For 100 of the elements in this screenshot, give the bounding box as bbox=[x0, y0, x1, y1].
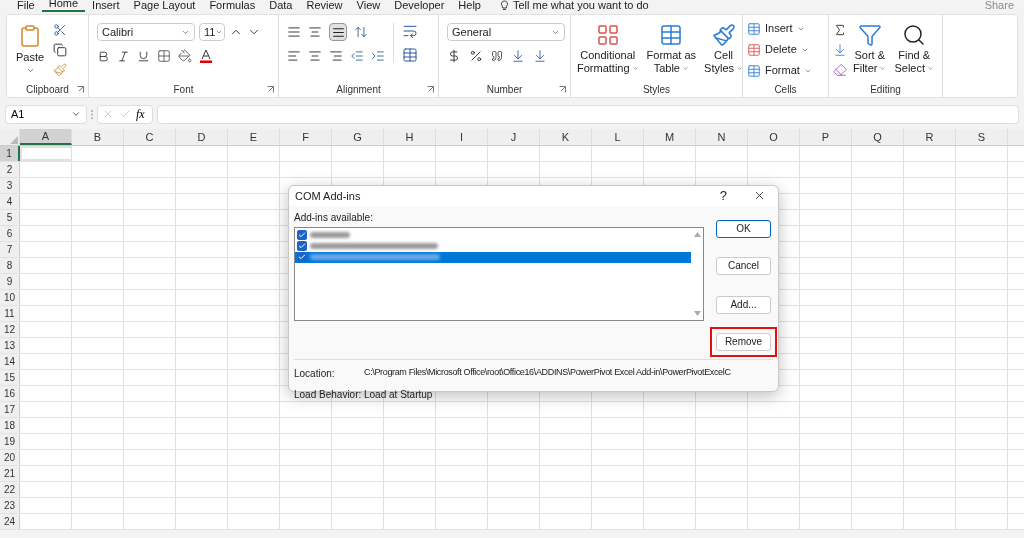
bottom-align-button[interactable] bbox=[329, 23, 347, 41]
decrease-indent-icon[interactable] bbox=[350, 49, 364, 63]
dialog-launcher-icon[interactable] bbox=[77, 86, 84, 93]
percent-icon[interactable] bbox=[469, 49, 483, 63]
editing-button[interactable]: Find & Select bbox=[892, 19, 937, 75]
filter-icon bbox=[857, 23, 882, 47]
caret-icon bbox=[71, 109, 81, 119]
row-header: 13 bbox=[0, 338, 20, 353]
dollar-icon[interactable] bbox=[447, 49, 461, 63]
column-header: A bbox=[20, 129, 72, 145]
wrap-text-icon[interactable] bbox=[402, 23, 418, 39]
dialog-launcher-icon[interactable] bbox=[427, 86, 434, 93]
row-header: 15 bbox=[0, 370, 20, 385]
styles-button[interactable]: Cell Styles bbox=[702, 19, 746, 75]
dialog-launcher-icon[interactable] bbox=[267, 86, 274, 93]
caret-icon bbox=[215, 28, 224, 36]
group-label: Font bbox=[173, 82, 194, 97]
list-label: Add-ins available: bbox=[294, 210, 374, 225]
comma-icon[interactable] bbox=[491, 50, 503, 62]
menu-tab[interactable]: View bbox=[349, 0, 388, 12]
paste-button[interactable]: Paste bbox=[11, 19, 49, 75]
column-header: C bbox=[124, 129, 176, 145]
fill-icon[interactable] bbox=[833, 43, 847, 57]
table-icon bbox=[747, 21, 761, 36]
font-size-field[interactable]: 11 bbox=[199, 23, 225, 41]
dialog-button[interactable]: Add... bbox=[716, 295, 771, 314]
menu-tab[interactable]: Developer bbox=[387, 0, 452, 12]
checkbox[interactable] bbox=[297, 241, 307, 251]
dialog-button[interactable]: OK bbox=[716, 219, 771, 238]
column-header: O bbox=[748, 129, 800, 145]
row-header: 18 bbox=[0, 418, 20, 433]
column-header: J bbox=[488, 129, 540, 145]
scroll-down-icon[interactable] bbox=[693, 310, 701, 316]
paintbrush-icon bbox=[710, 23, 737, 47]
dialog-button[interactable]: Cancel bbox=[716, 256, 771, 275]
align-center-icon[interactable] bbox=[308, 49, 322, 63]
location-label: Location: bbox=[294, 366, 336, 381]
scroll-up-icon[interactable] bbox=[693, 231, 701, 237]
font-color-icon[interactable] bbox=[199, 49, 213, 63]
column-header: P bbox=[800, 129, 852, 145]
autosum-icon[interactable] bbox=[833, 23, 847, 37]
increase-decimal-icon[interactable] bbox=[511, 49, 525, 63]
checkbox[interactable] bbox=[297, 230, 307, 240]
styles-button[interactable]: Format as Table bbox=[644, 19, 699, 75]
caret-icon bbox=[631, 65, 639, 72]
column-header: K bbox=[540, 129, 592, 145]
column-header: I bbox=[436, 129, 488, 145]
cells-button[interactable]: Delete bbox=[747, 41, 812, 58]
menu-tab[interactable]: Formulas bbox=[202, 0, 263, 12]
column-header: N bbox=[696, 129, 748, 145]
function-button[interactable]: fx bbox=[136, 105, 145, 123]
align-left-icon[interactable] bbox=[287, 49, 301, 63]
middle-align-icon[interactable] bbox=[308, 25, 322, 39]
copy-icon[interactable] bbox=[53, 43, 67, 57]
merge-center-icon[interactable] bbox=[402, 47, 418, 63]
menu-tab[interactable]: Review bbox=[299, 0, 350, 12]
lightbulb-icon bbox=[499, 0, 509, 11]
menu-tab[interactable]: Data bbox=[262, 0, 300, 12]
cells-button[interactable]: Insert bbox=[747, 20, 812, 37]
fill-color-icon[interactable] bbox=[178, 49, 192, 63]
menu-tab[interactable]: Help bbox=[451, 0, 488, 12]
cut-icon[interactable] bbox=[53, 23, 67, 37]
menu-tab[interactable]: Home bbox=[41, 0, 86, 12]
orientation-icon[interactable] bbox=[354, 25, 368, 39]
top-align-icon[interactable] bbox=[287, 25, 301, 39]
menu-tab[interactable]: File bbox=[10, 0, 42, 12]
column-header: D bbox=[176, 129, 228, 145]
column-header: R bbox=[904, 129, 956, 145]
dialog-launcher-icon[interactable] bbox=[559, 86, 566, 93]
clear-icon[interactable] bbox=[833, 63, 847, 77]
caret-icon bbox=[927, 65, 935, 72]
tell-me-field[interactable]: Tell me what you want to do bbox=[512, 0, 649, 12]
editing-button[interactable]: Sort & Filter bbox=[851, 19, 889, 75]
row-header: 14 bbox=[0, 354, 20, 369]
borders-icon[interactable] bbox=[157, 49, 171, 63]
format-painter-icon[interactable] bbox=[53, 63, 67, 77]
row-header: 20 bbox=[0, 450, 20, 465]
dialog-button[interactable]: Remove bbox=[716, 332, 771, 351]
menu-tab[interactable]: Insert bbox=[85, 0, 127, 12]
row-header: 9 bbox=[0, 274, 20, 289]
group-label: Alignment bbox=[336, 82, 381, 97]
underline-icon[interactable] bbox=[137, 49, 150, 63]
help-button[interactable]: ? bbox=[719, 186, 727, 206]
styles-button[interactable]: Conditional Formatting bbox=[575, 19, 641, 75]
row-header: 23 bbox=[0, 498, 20, 513]
align-right-icon[interactable] bbox=[329, 49, 343, 63]
menu-tab[interactable]: Page Layout bbox=[126, 0, 203, 12]
cells-button[interactable]: Format bbox=[747, 62, 812, 79]
addin-item[interactable] bbox=[295, 251, 691, 263]
number-format-field[interactable]: General bbox=[447, 23, 565, 41]
checkbox[interactable] bbox=[297, 252, 307, 262]
increase-indent-icon[interactable] bbox=[371, 49, 385, 63]
row-header: 4 bbox=[0, 194, 20, 209]
bold-icon[interactable] bbox=[97, 49, 110, 63]
column-header: H bbox=[384, 129, 436, 145]
decrease-decimal-icon[interactable] bbox=[533, 49, 547, 63]
italic-icon[interactable] bbox=[117, 49, 130, 63]
font-name-field[interactable]: Calibri bbox=[97, 23, 195, 41]
name-box[interactable]: A1 bbox=[5, 104, 87, 124]
row-header: 1 bbox=[0, 146, 20, 161]
